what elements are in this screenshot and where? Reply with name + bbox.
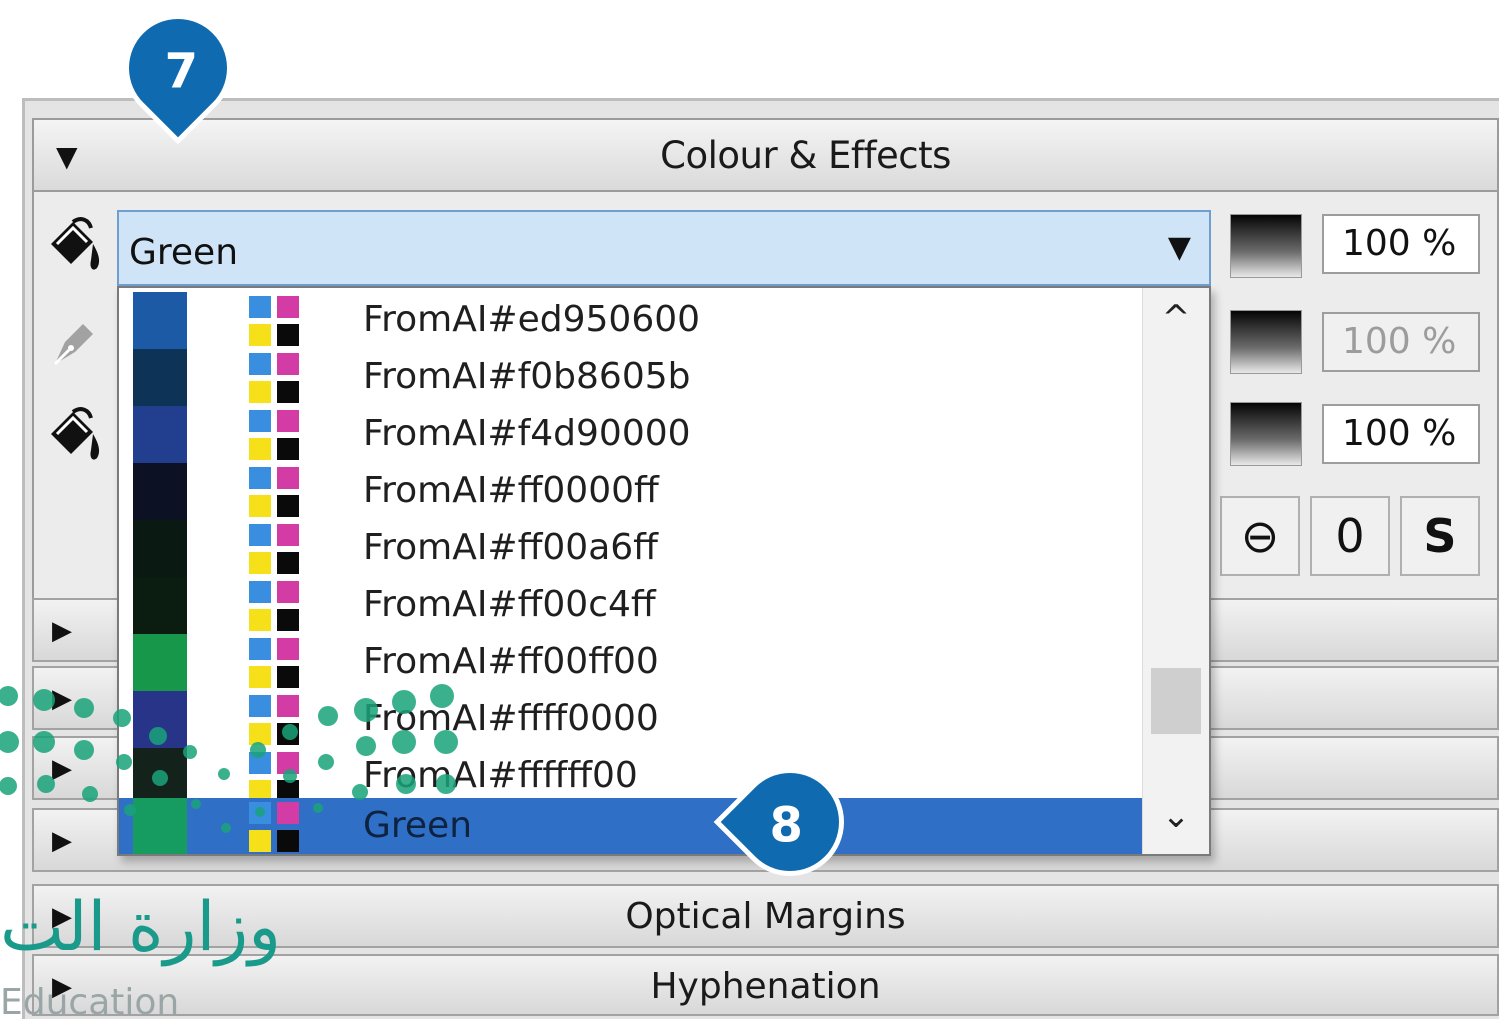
colour-swatch — [133, 634, 187, 691]
list-item[interactable]: FromAI#ff00c4ff — [119, 577, 1145, 634]
colour-dropdown-list[interactable]: FromAI#ed950600 FromAI#f0b8605b FromAI#f… — [117, 286, 1211, 856]
shadow-effect-button[interactable]: 0 — [1310, 496, 1390, 576]
list-item-label: FromAI#ff00c4ff — [363, 584, 656, 625]
colour-effects-header[interactable]: ▼ Colour & Effects — [32, 118, 1499, 192]
scroll-up-icon[interactable]: ^ — [1143, 298, 1209, 348]
cmyk-icon — [249, 695, 301, 745]
list-item[interactable]: FromAI#ffff0000 — [119, 691, 1145, 748]
list-item[interactable]: FromAI#ed950600 — [119, 292, 1145, 349]
stroke-gradient-preview[interactable] — [1230, 310, 1302, 374]
list-item[interactable]: FromAI#f0b8605b — [119, 349, 1145, 406]
cmyk-icon — [249, 296, 301, 346]
expand-arrow-icon[interactable]: ▶ — [52, 754, 72, 784]
cmyk-icon — [249, 467, 301, 517]
cmyk-icon — [249, 410, 301, 460]
list-item-label: FromAI#f4d90000 — [363, 413, 691, 454]
expand-arrow-icon[interactable]: ▶ — [52, 684, 72, 714]
cmyk-icon — [249, 802, 301, 852]
list-item[interactable]: FromAI#ff0000ff — [119, 463, 1145, 520]
outline-effect-button[interactable]: ⊖ — [1220, 496, 1300, 576]
list-item-label: FromAI#ffff0000 — [363, 698, 659, 739]
colour-swatch — [133, 349, 187, 406]
combo-value: Green — [129, 232, 239, 273]
text-effect-button[interactable]: S — [1400, 496, 1480, 576]
chevron-down-icon[interactable]: ▼ — [1168, 230, 1191, 265]
callout-number: 7 — [164, 43, 199, 100]
collapse-arrow-icon[interactable]: ▼ — [56, 140, 78, 173]
callout-number: 8 — [769, 797, 804, 854]
paint-bucket-icon[interactable] — [42, 404, 106, 468]
colour-combo-box[interactable]: Green ▼ — [117, 210, 1211, 286]
text-opacity-field[interactable]: 100 % — [1322, 404, 1480, 464]
cmyk-icon — [249, 524, 301, 574]
hyphenation-section[interactable]: ▶ Hyphenation — [32, 954, 1499, 1016]
section-title: Colour & Effects — [660, 134, 951, 177]
scroll-thumb[interactable] — [1151, 668, 1201, 734]
list-item-label: FromAI#ed950600 — [363, 299, 701, 340]
scroll-down-icon[interactable]: ⌄ — [1143, 796, 1209, 846]
cmyk-icon — [249, 752, 301, 802]
list-item[interactable]: FromAI#ffffff00 — [119, 748, 1145, 805]
list-item[interactable]: FromAI#ff00a6ff — [119, 520, 1145, 577]
optical-margins-section[interactable]: ▶ Optical Margins — [32, 884, 1499, 948]
list-item-selected[interactable]: Green — [119, 798, 1145, 854]
cmyk-icon — [249, 353, 301, 403]
paint-bucket-icon — [51, 217, 100, 270]
text-gradient-preview[interactable] — [1230, 402, 1302, 466]
list-item-label: Green — [363, 805, 473, 846]
list-item-label: FromAI#ff00ff00 — [363, 641, 659, 682]
section-title: Optical Margins — [625, 896, 906, 937]
list-item-label: FromAI#f0b8605b — [363, 356, 691, 397]
list-item-label: FromAI#ffffff00 — [363, 755, 638, 796]
colour-swatch — [133, 577, 187, 634]
colour-swatch — [133, 520, 187, 577]
colour-swatch — [133, 406, 187, 463]
section-title: Hyphenation — [650, 966, 881, 1007]
list-item-label: FromAI#ff00a6ff — [363, 527, 658, 568]
pen-icon[interactable] — [42, 312, 106, 376]
fill-opacity-field[interactable]: 100 % — [1322, 214, 1480, 274]
colour-swatch — [133, 463, 187, 520]
list-item-label: FromAI#ff0000ff — [363, 470, 659, 511]
colour-swatch — [133, 292, 187, 349]
pen-icon — [53, 324, 93, 366]
paint-bucket-icon — [51, 407, 100, 460]
list-item[interactable]: FromAI#f4d90000 — [119, 406, 1145, 463]
cmyk-icon — [249, 638, 301, 688]
list-item[interactable]: FromAI#ff00ff00 — [119, 634, 1145, 691]
paint-bucket-icon[interactable] — [42, 214, 106, 278]
dropdown-scrollbar[interactable]: ^ ⌄ — [1142, 288, 1209, 854]
colour-swatch — [133, 798, 187, 854]
expand-arrow-icon[interactable]: ▶ — [52, 616, 72, 646]
stroke-opacity-field[interactable]: 100 % — [1322, 312, 1480, 372]
cmyk-icon — [249, 581, 301, 631]
fill-gradient-preview[interactable] — [1230, 214, 1302, 278]
colour-swatch — [133, 748, 187, 805]
colour-swatch — [133, 691, 187, 748]
